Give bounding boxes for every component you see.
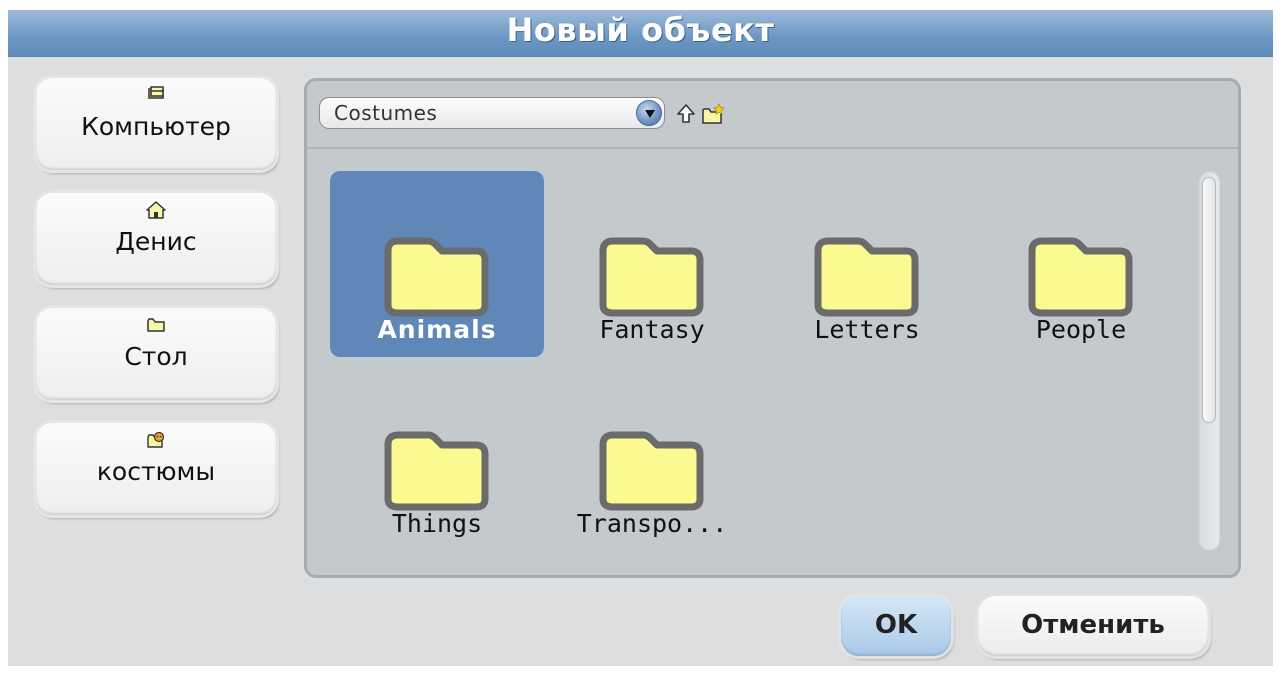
folder-item[interactable]: Animals	[330, 171, 544, 357]
sidebar-item-computer[interactable]: Компьютер	[36, 78, 276, 170]
folder-item[interactable]: Fantasy	[545, 171, 759, 357]
vertical-scrollbar[interactable]	[1198, 171, 1220, 551]
folder-icon	[146, 316, 166, 334]
folder-label: Letters	[814, 315, 920, 344]
scrollbar-thumb[interactable]	[1202, 177, 1216, 423]
location-value: Costumes	[334, 101, 438, 125]
home-icon	[146, 201, 166, 219]
new-object-dialog: Новый объект Компьютер Денис Стол костюм…	[8, 10, 1273, 666]
folder-item[interactable]: Things	[330, 365, 544, 551]
folder-icon	[814, 237, 919, 317]
ok-button[interactable]: OK	[841, 596, 951, 656]
location-dropdown[interactable]: Costumes	[319, 97, 665, 129]
sidebar-item-label: костюмы	[96, 457, 216, 486]
folder-icon	[599, 237, 704, 317]
dialog-title: Новый объект	[506, 11, 775, 49]
sidebar-item-label: Стол	[124, 342, 188, 371]
sidebar-item-label: Компьютер	[81, 112, 231, 141]
new-folder-icon[interactable]	[701, 102, 725, 125]
folder-icon	[1028, 237, 1133, 317]
folder-item[interactable]: Letters	[760, 171, 974, 357]
folder-label: Animals	[377, 315, 497, 344]
costumes-icon	[146, 431, 166, 449]
folder-label: People	[1035, 315, 1127, 344]
folder-icon	[599, 431, 704, 511]
browser-toolbar: Costumes	[307, 81, 1238, 149]
folder-label: Fantasy	[599, 315, 705, 344]
folder-label: Things	[391, 509, 483, 538]
sidebar-item-desktop[interactable]: Стол	[36, 308, 276, 400]
parent-folder-arrow-icon[interactable]	[675, 103, 697, 125]
computer-icon	[146, 86, 166, 104]
folder-grid: Animals Fantasy Letters People Things Tr…	[307, 151, 1238, 575]
sidebar-item-home[interactable]: Денис	[36, 193, 276, 285]
folder-label: Transpo...	[576, 509, 728, 538]
chevron-down-icon[interactable]	[636, 100, 662, 126]
sidebar-item-label: Денис	[115, 227, 197, 256]
sidebar-item-costumes[interactable]: костюмы	[36, 423, 276, 515]
title-bar: Новый объект	[8, 10, 1273, 57]
folder-icon	[384, 431, 489, 511]
cancel-button[interactable]: Отменить	[978, 596, 1208, 656]
folder-item[interactable]: Transpo...	[545, 365, 759, 551]
file-browser-panel: Costumes Animals Fantasy Letters People …	[304, 78, 1241, 578]
folder-item[interactable]: People	[974, 171, 1188, 357]
folder-icon	[384, 237, 489, 317]
